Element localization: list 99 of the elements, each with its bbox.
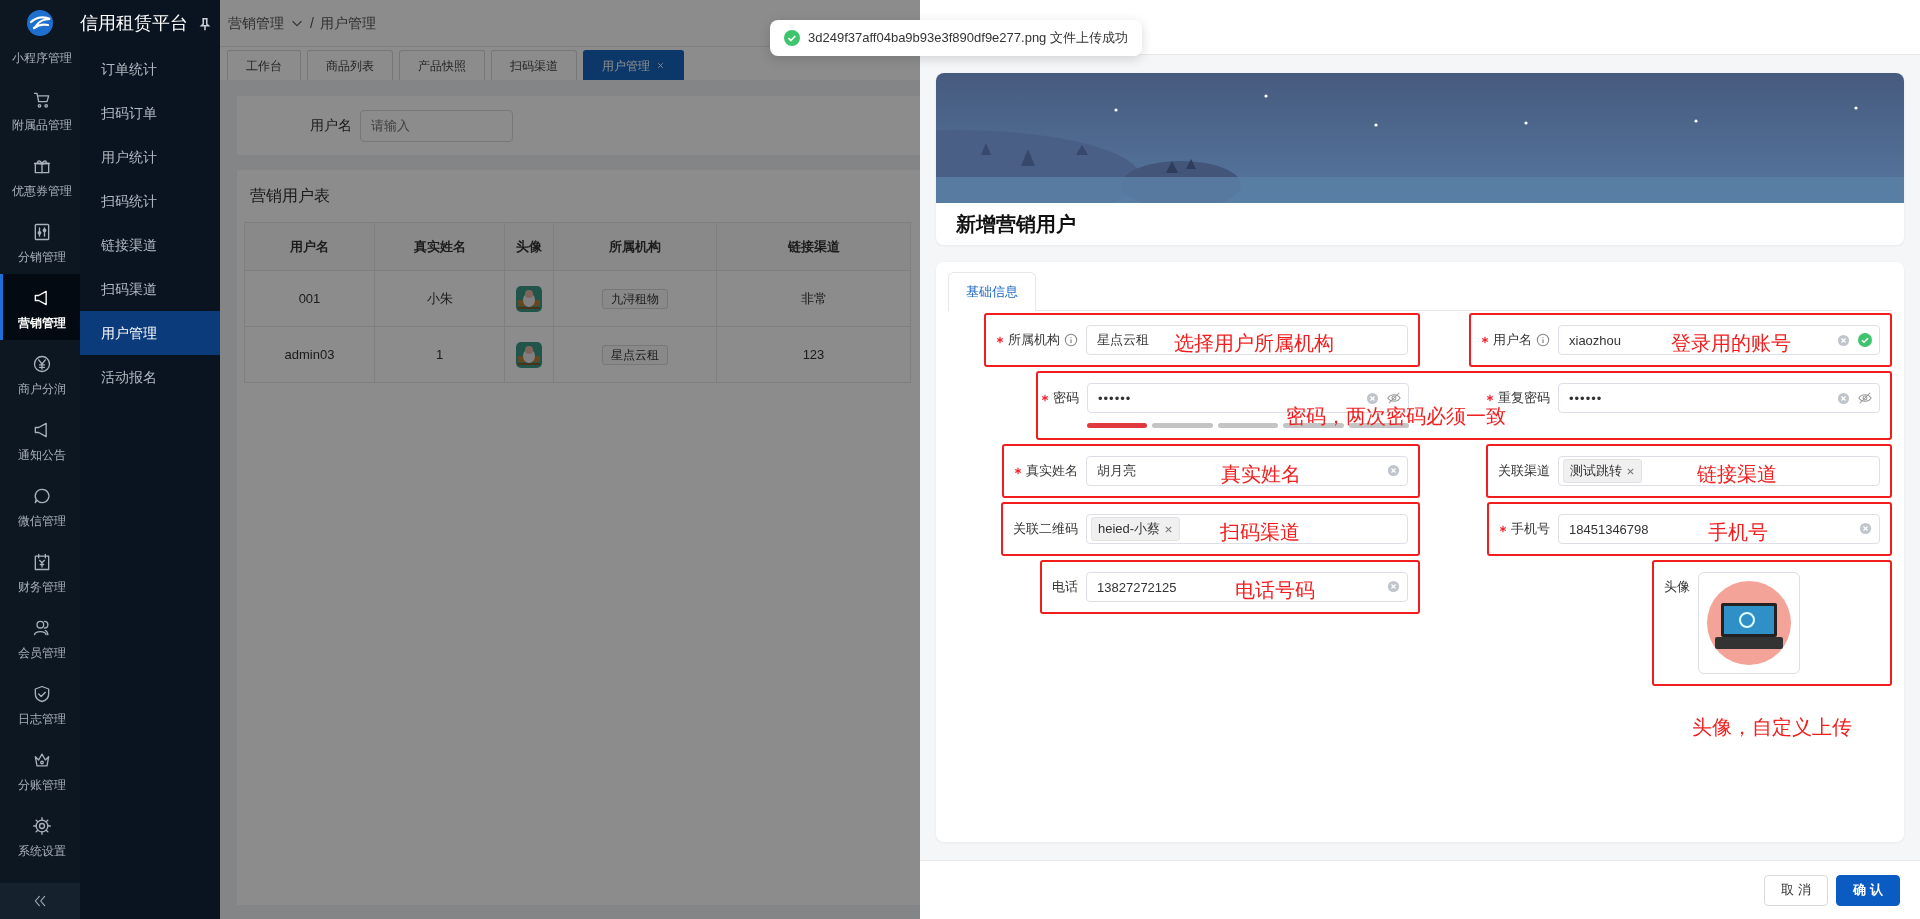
submenu-item[interactable]: 用户统计 [80,135,220,179]
annotation-text: 选择用户所属机构 [1173,331,1334,356]
sidebar-item[interactable]: 分销管理 [0,208,80,274]
settings-icon [31,816,52,836]
submenu-item[interactable]: 扫码订单 [80,91,220,135]
org-tag: 九浔租物 [602,288,668,309]
org-tag: 星点云租 [602,344,668,365]
sidebar-item[interactable]: 商户分润 [0,340,80,406]
info-icon [1064,333,1078,347]
sidebar-item[interactable]: 财务管理 [0,538,80,604]
cart-icon [31,90,52,110]
sidebar-item[interactable]: 会员管理 [0,604,80,670]
clear-icon[interactable] [1837,333,1850,347]
clear-icon[interactable] [1366,391,1379,405]
submenu-item[interactable]: 扫码渠道 [80,267,220,311]
confirm-button[interactable]: 确 认 [1836,874,1900,906]
column-header: 真实姓名 [374,222,505,271]
success-icon [784,29,800,46]
annotation-text: 手机号 [1707,520,1768,545]
tag-chip[interactable]: 测试跳转 [1563,459,1642,483]
sidebar-item[interactable]: 附属品管理 [0,76,80,142]
submenu-item[interactable]: 用户管理 [80,311,220,355]
close-icon[interactable] [1626,466,1635,476]
table-cell: 1 [374,326,505,383]
required-mark-icon [1014,467,1022,475]
column-header: 用户名 [244,222,375,271]
table-cell: 小朱 [374,270,505,327]
annotation-text: 电话号码 [1235,578,1316,603]
submenu-item[interactable]: 扫码统计 [80,179,220,223]
page-tab[interactable]: 工作台 [227,50,301,80]
page-tab[interactable]: 产品快照 [399,50,485,80]
column-header: 链接渠道 [716,222,911,271]
yen-icon [31,354,52,374]
table-cell: 非常 [716,270,911,327]
field-label: 关联渠道 [1498,462,1550,481]
search-label: 用户名 [309,116,353,135]
annotation-text: 扫码渠道 [1220,520,1301,545]
tag-chip[interactable]: heied-小蔡 [1091,517,1181,541]
pin-icon[interactable] [198,16,212,31]
eye-off-icon[interactable] [1387,391,1401,405]
annotation-text: 登录用的账号 [1670,331,1791,356]
close-icon[interactable] [1164,524,1174,534]
cancel-button[interactable]: 取 消 [1764,874,1828,906]
column-header: 头像 [504,222,554,271]
breadcrumb-separator: / [310,13,314,33]
form-tab[interactable]: 基础信息 [948,272,1036,311]
table-cell: admin03 [244,326,375,383]
page-tab[interactable]: 用户管理 [583,50,684,80]
info-icon [1536,333,1550,347]
check-icon [1858,333,1872,347]
avatar-upload[interactable] [1698,572,1800,674]
collapse-icon [32,893,48,909]
required-mark-icon [1481,336,1489,344]
sidebar-item[interactable]: 日志管理 [0,670,80,736]
sidebar-item[interactable]: 优惠券管理 [0,142,80,208]
sidebar-item[interactable]: 营销管理 [0,274,80,340]
table-cell: 001 [244,270,375,327]
field-label: 电话 [1052,578,1078,597]
field-label: 所属机构 [1008,331,1060,350]
sidebar-item[interactable]: 通知公告 [0,406,80,472]
clear-icon[interactable] [1859,522,1872,535]
field-label: 关联二维码 [1013,520,1078,539]
required-mark-icon [996,336,1004,344]
column-header: 所属机构 [553,222,717,271]
page-tab[interactable]: 扫码渠道 [491,50,577,80]
sidebar-item[interactable]: 系统设置 [0,802,80,868]
breadcrumb-link[interactable]: 营销管理 [228,12,284,34]
password-field[interactable]: •••••• [1558,383,1880,413]
field-label: 密码 [1053,389,1079,408]
sidebar-item[interactable]: 分账管理 [0,736,80,802]
drawer-title: 新增营销用户 [955,212,1077,237]
search-field[interactable]: 请输入 [360,109,513,142]
toast-text: 3d249f37aff04ba9b93e3f890df9e277.png 文件上传成功 [808,29,1128,47]
page-tab[interactable]: 商品列表 [307,50,393,80]
logo-icon [25,7,55,38]
field-label: 真实姓名 [1026,462,1078,481]
field-label: 头像 [1664,578,1690,597]
annotation-text: 链接渠道 [1697,462,1778,487]
field-label: 用户名 [1493,331,1532,350]
app-title: 信用租赁平台 [80,12,188,35]
eye-off-icon[interactable] [1858,391,1872,405]
required-mark-icon [1499,525,1507,533]
required-mark-icon [1486,394,1494,402]
submenu-item[interactable]: 订单统计 [80,47,220,91]
clear-icon[interactable] [1387,580,1400,593]
required-mark-icon [1041,394,1049,402]
annotation-text: 真实姓名 [1220,462,1301,487]
clear-icon[interactable] [1387,464,1400,477]
sidebar-item[interactable]: 微信管理 [0,472,80,538]
clear-icon[interactable] [1837,391,1850,405]
table-title: 营销用户表 [249,186,331,206]
field-label: 重复密码 [1498,389,1550,407]
sidebar-item[interactable]: 小程序管理 [0,45,80,76]
submenu-item[interactable]: 链接渠道 [80,223,220,267]
table-cell: 123 [716,326,911,383]
breadcrumb-current: 用户管理 [319,13,376,33]
field-label: 手机号 [1511,520,1550,539]
annotation-text: 头像，自定义上传 [1692,715,1852,740]
submenu-item[interactable]: 活动报名 [80,355,220,399]
